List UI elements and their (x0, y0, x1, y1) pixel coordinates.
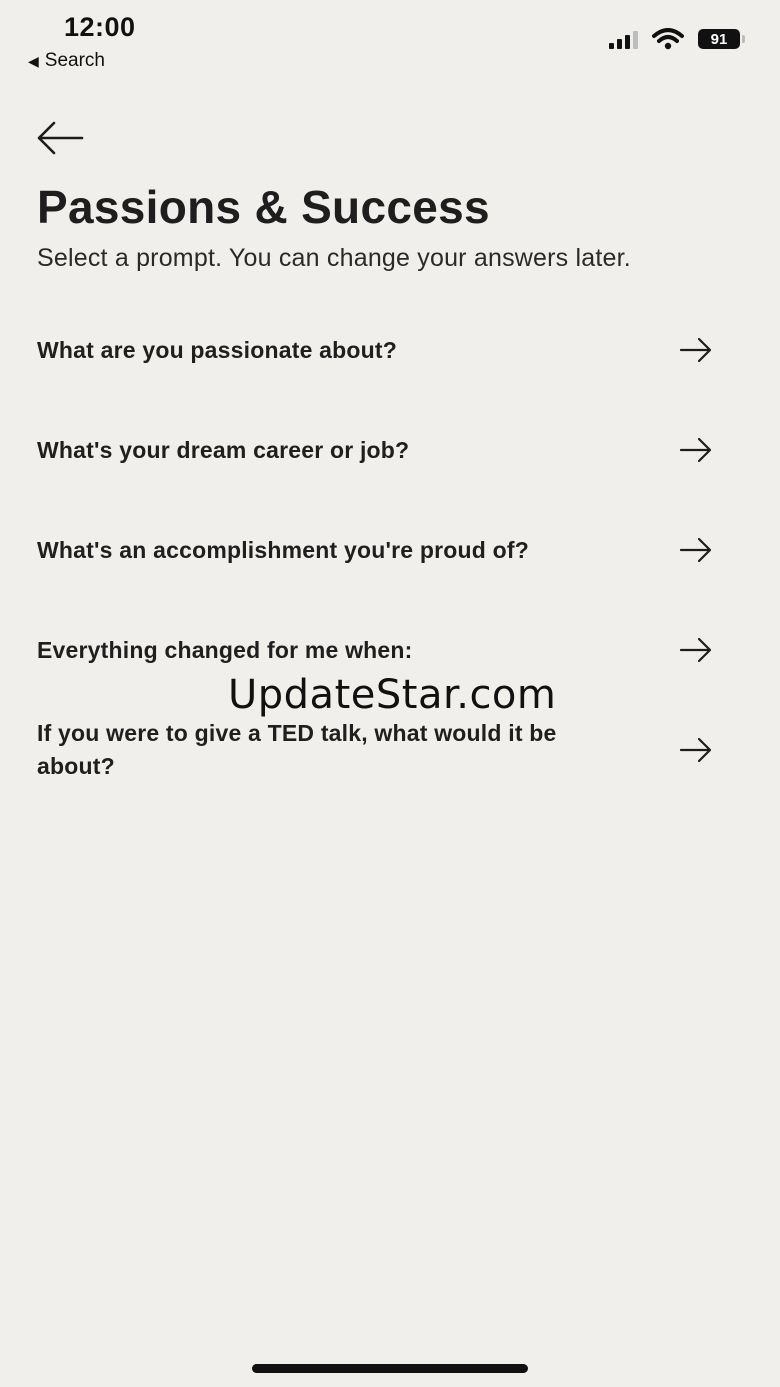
status-back-to-search[interactable]: ◀ Search (28, 50, 105, 72)
prompt-text: What's an accomplishment you're proud of… (37, 536, 529, 563)
arrow-right-icon (679, 437, 712, 463)
prompt-list: What are you passionate about? What's yo… (37, 300, 727, 800)
cellular-signal-icon (609, 29, 638, 49)
page-subtitle: Select a prompt. You can change your ans… (37, 244, 631, 272)
arrow-right-icon (679, 537, 712, 563)
prompt-item-passionate[interactable]: What are you passionate about? (37, 300, 727, 400)
arrow-right-icon (679, 737, 712, 763)
prompt-text: What's your dream career or job? (37, 436, 410, 463)
home-indicator[interactable] (252, 1364, 528, 1373)
prompt-item-dream-career[interactable]: What's your dream career or job? (37, 400, 727, 500)
back-triangle-icon: ◀ (28, 52, 39, 69)
prompt-text: Everything changed for me when: (37, 636, 413, 663)
arrow-right-icon (679, 337, 712, 363)
back-arrow-icon[interactable] (34, 118, 86, 158)
wifi-icon (652, 28, 684, 50)
arrow-right-icon (679, 637, 712, 663)
battery-icon: 91 (698, 29, 745, 49)
status-time: 12:00 (64, 12, 136, 42)
status-back-label: Search (44, 50, 105, 71)
page-title: Passions & Success (37, 181, 490, 233)
prompt-text: If you were to give a TED talk, what wou… (37, 720, 557, 779)
prompt-item-accomplishment[interactable]: What's an accomplishment you're proud of… (37, 500, 727, 600)
battery-level: 91 (710, 30, 728, 48)
status-indicators: 91 (609, 28, 745, 50)
prompt-text: What are you passionate about? (37, 336, 397, 363)
watermark: UpdateStar.com (228, 672, 557, 718)
